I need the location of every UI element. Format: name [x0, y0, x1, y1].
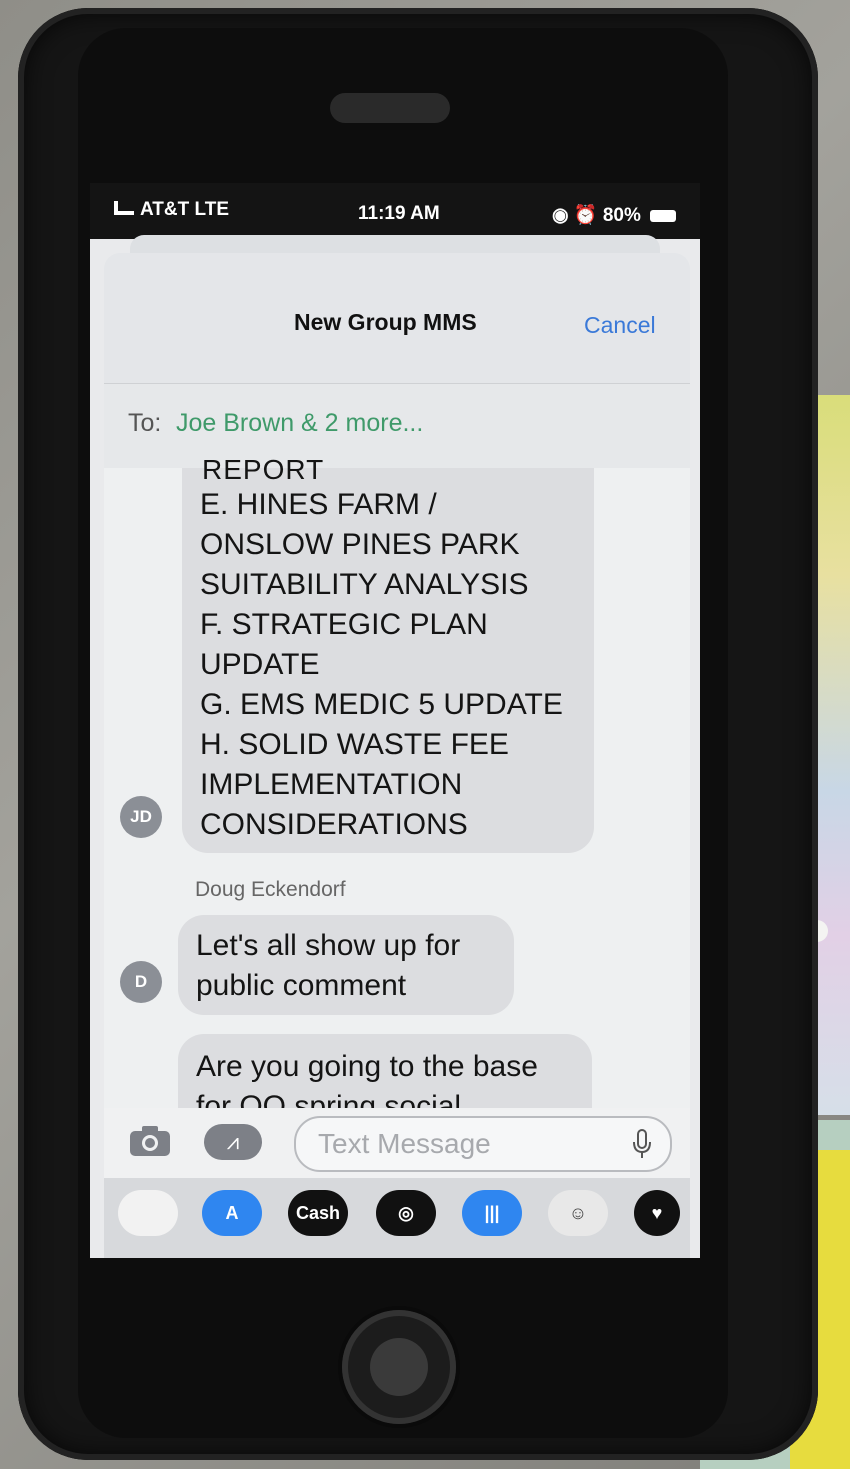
message-line: Are you going to the base: [196, 1050, 538, 1083]
activity-icon[interactable]: ◎: [376, 1190, 436, 1236]
memoji-icon[interactable]: ☺: [548, 1190, 608, 1236]
message-line: SUITABILITY ANALYSIS: [200, 568, 529, 601]
page-title: New Group MMS: [294, 309, 477, 335]
message-line: F. STRATEGIC PLAN: [200, 608, 488, 641]
audio-message-icon[interactable]: |||: [462, 1190, 522, 1236]
camera-icon[interactable]: [128, 1124, 172, 1158]
apple-cash-icon[interactable]: Cash: [288, 1190, 348, 1236]
message-field[interactable]: [294, 1116, 672, 1172]
avatar[interactable]: JD: [120, 796, 162, 838]
carrier-text: AT&T LTE: [140, 199, 229, 220]
sender-name: Doug Eckendorf: [195, 878, 346, 901]
app-store-toggle-icon[interactable]: ⩘: [204, 1124, 262, 1160]
avatar[interactable]: D: [120, 961, 162, 1003]
message-line: public comment: [196, 969, 407, 1002]
message-thread[interactable]: REPORT E. HINES FARM / ONSLOW PINES PARK…: [104, 454, 690, 1124]
message-header: New Group MMS Cancel: [104, 253, 690, 383]
message-bubble[interactable]: Let's all show up for public comment: [178, 915, 514, 1015]
message-bubble[interactable]: REPORT E. HINES FARM / ONSLOW PINES PARK…: [182, 454, 594, 853]
microphone-icon[interactable]: [632, 1128, 652, 1160]
cancel-button[interactable]: Cancel: [584, 312, 656, 339]
message-line: G. EMS MEDIC 5 UPDATE: [200, 688, 563, 721]
earpiece-speaker: [330, 93, 450, 123]
carrier-label: AT&T LTE: [114, 199, 229, 221]
status-indicators: ◉ ⏰ 80%: [552, 203, 677, 227]
message-line-cut: REPORT: [202, 454, 325, 485]
battery-percent: 80%: [602, 205, 641, 226]
recipients-value[interactable]: Joe Brown & 2 more...: [176, 409, 423, 438]
message-line: ONSLOW PINES PARK: [200, 528, 520, 561]
recipients-field[interactable]: To: Joe Brown & 2 more...: [104, 383, 690, 469]
status-bar: AT&T LTE 11:19 AM ◉ ⏰ 80%: [90, 183, 700, 239]
phone-screen: AT&T LTE 11:19 AM ◉ ⏰ 80% New Group MMS …: [90, 183, 700, 1258]
message-line: Let's all show up for: [196, 929, 461, 962]
to-label: To:: [128, 409, 162, 437]
photos-app-icon[interactable]: [118, 1190, 178, 1236]
app-drawer: A Cash ◎ ||| ☺ ♥: [104, 1178, 690, 1258]
message-line: UPDATE: [200, 648, 320, 681]
alarm-icon: ⏰: [573, 205, 598, 226]
signal-icon: [114, 201, 134, 215]
message-line: E. HINES FARM /: [200, 488, 437, 521]
home-button-center: [370, 1338, 428, 1396]
battery-icon: [650, 209, 677, 222]
app-store-icon[interactable]: A: [202, 1190, 262, 1236]
status-time: 11:19 AM: [358, 203, 440, 224]
message-input[interactable]: [316, 1126, 610, 1162]
compose-bar: ⩘: [104, 1108, 690, 1178]
message-line: IMPLEMENTATION: [200, 768, 463, 801]
location-icon: ◉: [552, 205, 569, 226]
message-line: H. SOLID WASTE FEE: [200, 728, 509, 761]
digital-touch-icon[interactable]: ♥: [634, 1190, 680, 1236]
message-line: CONSIDERATIONS: [200, 808, 468, 841]
